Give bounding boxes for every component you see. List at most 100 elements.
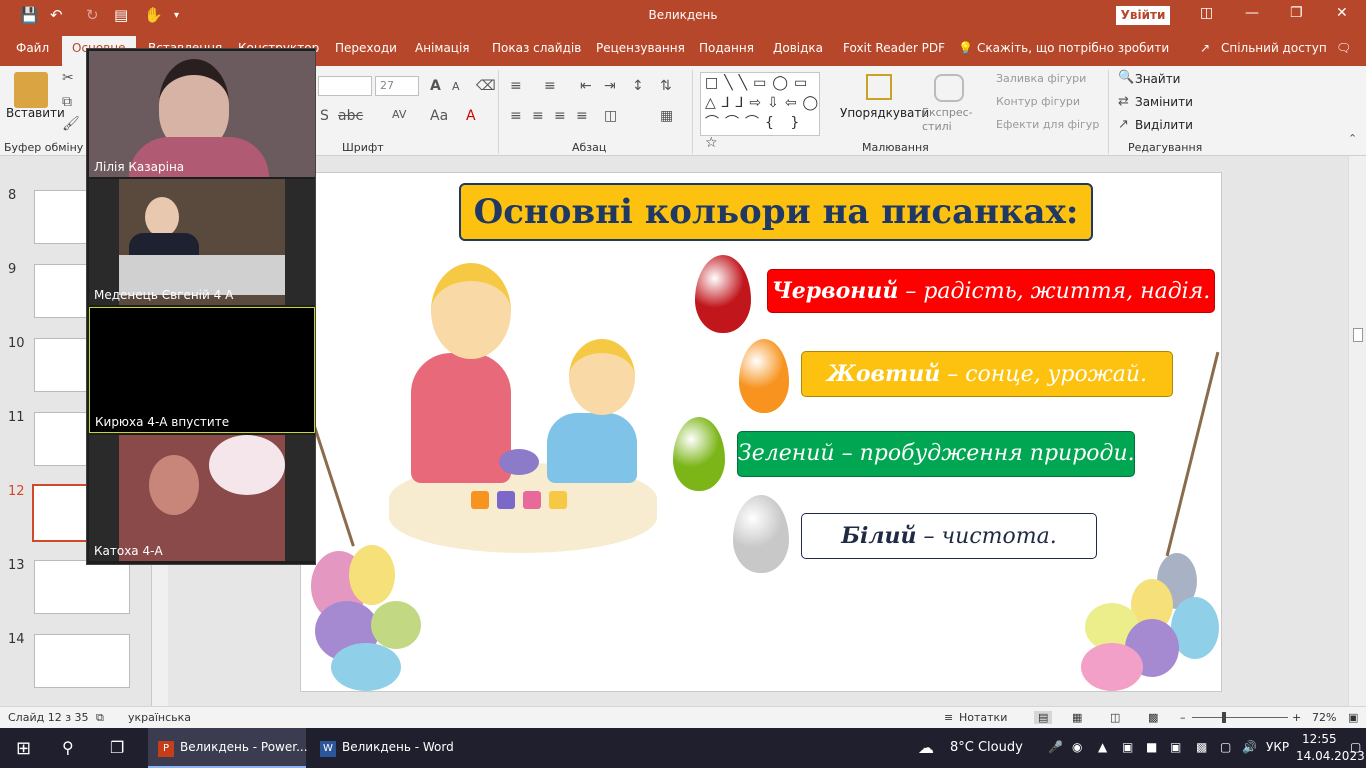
shadow-icon[interactable]: S — [320, 108, 329, 124]
notes-button[interactable]: Нотатки — [959, 711, 1007, 724]
white-egg[interactable] — [733, 495, 789, 573]
slide-scrollbar[interactable] — [1348, 156, 1366, 706]
green-color-box[interactable]: Зелений – пробудження природи. — [737, 431, 1135, 477]
shape-outline-button[interactable]: Контур фігури — [996, 95, 1080, 108]
increase-indent-icon[interactable]: ⇥ — [604, 78, 616, 94]
tab-transitions[interactable]: Переходи — [335, 41, 397, 55]
align-right-icon[interactable]: ≡ — [554, 108, 566, 124]
minimize-icon[interactable]: — — [1245, 5, 1259, 21]
signin-button[interactable]: Увійти — [1116, 6, 1170, 25]
volume-icon[interactable]: 🔊 — [1242, 740, 1257, 754]
shrink-font-icon[interactable]: A — [452, 80, 460, 93]
bullets-icon[interactable]: ≡ — [510, 78, 522, 94]
tab-view[interactable]: Подання — [699, 41, 754, 55]
arrange-button[interactable]: Упорядкувати — [840, 106, 929, 120]
maximize-icon[interactable]: ❐ — [1290, 5, 1303, 21]
microphone-icon[interactable]: 🎤 — [1048, 740, 1063, 754]
usb-icon[interactable]: ▲ — [1098, 740, 1107, 754]
tab-file[interactable]: Файл — [16, 41, 49, 55]
font-name-combo[interactable] — [318, 76, 372, 96]
find-button[interactable]: Знайти — [1135, 72, 1180, 86]
tray-app-icon[interactable]: ▣ — [1170, 740, 1181, 754]
arrange-icon[interactable] — [866, 74, 892, 100]
zoom-app-icon[interactable]: ◉ — [1072, 740, 1082, 754]
tab-slideshow[interactable]: Показ слайдів — [492, 41, 581, 55]
zoom-out-icon[interactable]: – — [1180, 711, 1186, 724]
weather-widget[interactable]: 8°C Cloudy — [950, 740, 1023, 755]
network-icon[interactable]: ▩ — [1196, 740, 1207, 754]
tell-me-box[interactable]: Скажіть, що потрібно зробити — [977, 41, 1169, 55]
slideshow-icon[interactable]: ▩ — [1148, 711, 1158, 724]
task-view-icon[interactable]: ❐ — [110, 738, 124, 757]
strikethrough-icon[interactable]: abc — [338, 108, 363, 124]
notifications-icon[interactable]: ▢ — [1350, 740, 1361, 754]
grow-font-icon[interactable]: A — [430, 78, 441, 94]
participant-tile[interactable]: Меденець Євгеній 4 А — [89, 179, 315, 305]
reading-view-icon[interactable]: ◫ — [1110, 711, 1120, 724]
security-icon[interactable]: ■ — [1146, 740, 1157, 754]
slide-thumbnail-14[interactable] — [34, 634, 130, 688]
share-button[interactable]: Спільний доступ — [1221, 41, 1327, 55]
zoom-slider-thumb[interactable] — [1222, 712, 1226, 723]
align-left-icon[interactable]: ≡ — [510, 108, 522, 124]
spellcheck-icon[interactable]: ⧉ — [96, 711, 104, 725]
shapes-gallery[interactable]: □╲╲▭◯▭ △⅃⅃⇨⇩⇦◯ ⌒⌒⌒{ }☆ — [700, 72, 820, 151]
quick-styles-button[interactable]: Експрес-стилі — [922, 106, 978, 134]
participant-tile[interactable]: Лілія Казаріна — [89, 51, 315, 177]
yellow-egg[interactable] — [739, 339, 789, 413]
slide-thumbnail-13[interactable] — [34, 560, 130, 614]
green-egg[interactable] — [673, 417, 725, 491]
columns-icon[interactable]: ◫ — [604, 108, 617, 124]
font-size-combo[interactable]: 27 — [375, 76, 419, 96]
copy-icon[interactable]: ⧉ — [62, 94, 72, 110]
font-color-icon[interactable]: A — [466, 108, 476, 124]
comments-icon[interactable]: 🗨 — [1336, 41, 1351, 55]
justify-icon[interactable]: ≡ — [576, 108, 588, 124]
quick-styles-icon[interactable] — [934, 74, 964, 102]
decrease-indent-icon[interactable]: ⇤ — [580, 78, 592, 94]
tab-review[interactable]: Рецензування — [596, 41, 685, 55]
spacing-icon[interactable]: AV — [392, 108, 406, 121]
text-direction-icon[interactable]: ⇅ — [660, 78, 672, 94]
slide-title[interactable]: Основні кольори на писанках: — [459, 183, 1093, 241]
replace-button[interactable]: Замінити — [1135, 95, 1193, 109]
input-language[interactable]: УКР — [1266, 740, 1289, 754]
clock-time[interactable]: 12:55 — [1302, 732, 1337, 746]
paste-icon[interactable] — [14, 72, 48, 108]
red-color-box[interactable]: Червоний – радість, життя, надія. — [767, 269, 1215, 313]
smartart-icon[interactable]: ▦ — [660, 108, 673, 124]
change-case-icon[interactable]: Aa — [430, 108, 448, 124]
align-center-icon[interactable]: ≡ — [532, 108, 544, 124]
shape-fill-button[interactable]: Заливка фігури — [996, 72, 1086, 85]
cut-icon[interactable]: ✂ — [62, 70, 74, 86]
numbering-icon[interactable]: ≡ — [544, 78, 556, 94]
app-tray-icon[interactable]: ▣ — [1122, 740, 1133, 754]
zoom-in-icon[interactable]: + — [1292, 711, 1301, 724]
language-indicator[interactable]: українська — [128, 711, 191, 724]
yellow-color-box[interactable]: Жовтий – сонце, урожай. — [801, 351, 1173, 397]
tab-animations[interactable]: Анімація — [415, 41, 470, 55]
clear-format-icon[interactable]: ⌫ — [476, 78, 496, 94]
shape-effects-button[interactable]: Ефекти для фігур — [996, 118, 1099, 131]
tab-foxit[interactable]: Foxit Reader PDF — [843, 41, 945, 55]
normal-view-icon[interactable]: ▤ — [1034, 711, 1053, 724]
collapse-ribbon-icon[interactable]: ⌃ — [1348, 132, 1357, 145]
close-icon[interactable]: ✕ — [1336, 5, 1348, 21]
format-painter-icon[interactable]: 🖌 — [62, 116, 80, 132]
current-slide[interactable]: Основні кольори на писанках: Червоний – … — [300, 172, 1222, 692]
red-egg[interactable] — [695, 255, 751, 333]
zoom-level[interactable]: 72% — [1312, 711, 1336, 724]
taskbar-app-powerpoint[interactable]: P Великдень - Power... — [148, 728, 308, 768]
white-color-box[interactable]: Білий – чистота. — [801, 513, 1097, 559]
paste-button[interactable]: Вставити — [6, 106, 65, 120]
ribbon-display-icon[interactable]: ◫ — [1200, 5, 1213, 21]
tab-help[interactable]: Довідка — [773, 41, 823, 55]
zoom-slider[interactable] — [1192, 717, 1288, 718]
display-icon[interactable]: ▢ — [1220, 740, 1231, 754]
search-icon[interactable]: ⚲ — [62, 738, 74, 757]
windows-start-icon[interactable]: ⊞ — [16, 738, 31, 759]
line-spacing-icon[interactable]: ↕ — [632, 78, 644, 94]
scrollbar-thumb[interactable] — [1353, 328, 1363, 342]
participant-tile[interactable]: Катоха 4-А — [89, 435, 315, 561]
select-button[interactable]: Виділити — [1135, 118, 1193, 132]
